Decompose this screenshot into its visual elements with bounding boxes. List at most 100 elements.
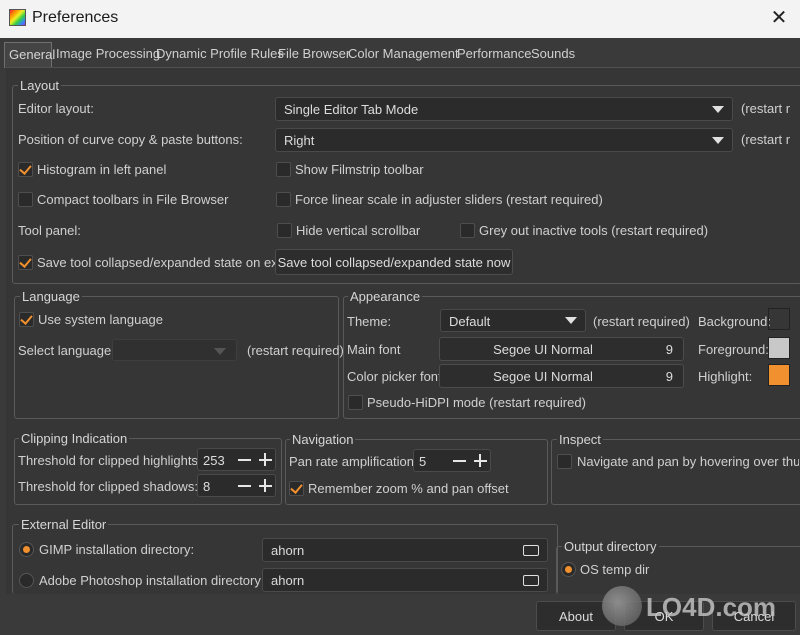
- os-temp-radio[interactable]: [561, 562, 576, 577]
- shadows-threshold-value: 8: [203, 479, 211, 494]
- language-select[interactable]: [112, 339, 237, 361]
- use-system-language-checkbox[interactable]: [19, 312, 34, 327]
- photoshop-dir-label: Adobe Photoshop installation directory:: [39, 573, 265, 588]
- navigation-title: Navigation: [290, 432, 356, 447]
- shadows-threshold-stepper[interactable]: 8: [197, 474, 276, 497]
- window-title: Preferences: [32, 9, 119, 26]
- chevron-down-icon: [565, 317, 577, 324]
- show-filmstrip-label: Show Filmstrip toolbar: [295, 162, 424, 177]
- layout-title: Layout: [18, 78, 62, 93]
- clipping-title: Clipping Indication: [19, 431, 130, 446]
- main-font-value: Segoe UI Normal: [493, 342, 593, 357]
- plus-icon-vertical: [479, 454, 481, 467]
- title-bar: [0, 0, 800, 38]
- watermark-text: LO4D.com: [646, 592, 777, 622]
- save-state-now-button[interactable]: Save tool collapsed/expanded state now: [275, 249, 513, 275]
- os-temp-label: OS temp dir: [580, 562, 650, 577]
- curve-buttons-value: Right: [284, 133, 315, 148]
- tab-image-processing[interactable]: Image Processing: [56, 46, 160, 61]
- picker-font-label: Color picker font:: [347, 369, 446, 384]
- tab-general[interactable]: General: [4, 42, 55, 68]
- picker-font-size: 9: [665, 369, 673, 384]
- highlight-color-button[interactable]: [768, 364, 790, 386]
- grey-inactive-label: Grey out inactive tools (restart require…: [479, 223, 709, 238]
- tab-sounds[interactable]: Sounds: [531, 46, 575, 61]
- inspect-frame: [551, 439, 800, 505]
- theme-select[interactable]: Default: [440, 309, 586, 332]
- editor-layout-value: Single Editor Tab Mode: [284, 102, 419, 117]
- watermark-logo-icon: [602, 586, 642, 626]
- editor-layout-label: Editor layout:: [18, 101, 94, 116]
- editor-layout-select[interactable]: Single Editor Tab Mode: [275, 97, 733, 121]
- hide-scrollbar-label: Hide vertical scrollbar: [296, 223, 421, 238]
- picker-font-value: Segoe UI Normal: [493, 369, 593, 384]
- pan-rate-label: Pan rate amplification:: [289, 454, 418, 469]
- pseudo-hidpi-label: Pseudo-HiDPI mode (restart required): [367, 395, 586, 410]
- restart-note: (restart r: [741, 132, 791, 147]
- gimp-radio[interactable]: [19, 542, 34, 557]
- tab-file-browser[interactable]: File Browser: [278, 46, 350, 61]
- curve-buttons-select[interactable]: Right: [275, 128, 733, 152]
- chevron-down-icon: [712, 106, 724, 113]
- background-color-button[interactable]: [768, 308, 790, 330]
- picker-font-button[interactable]: Segoe UI Normal 9: [439, 364, 684, 388]
- minus-icon[interactable]: [238, 459, 251, 461]
- photoshop-radio[interactable]: [19, 573, 34, 588]
- force-linear-checkbox[interactable]: [276, 192, 291, 207]
- pan-rate-value: 5: [419, 454, 427, 469]
- minus-icon[interactable]: [453, 460, 466, 462]
- photoshop-dir-chooser[interactable]: ahorn: [262, 568, 548, 592]
- gimp-dir-value: ahorn: [271, 543, 305, 558]
- folder-icon: [523, 575, 539, 586]
- gimp-dir-chooser[interactable]: ahorn: [262, 538, 548, 562]
- highlights-threshold-label: Threshold for clipped highlights:: [18, 453, 202, 468]
- minus-icon[interactable]: [238, 485, 251, 487]
- select-language-label: Select language:: [18, 343, 115, 358]
- app-icon: [9, 9, 26, 26]
- external-editor-title: External Editor: [19, 517, 109, 532]
- foreground-label: Foreground:: [698, 342, 769, 357]
- main-font-button[interactable]: Segoe UI Normal 9: [439, 337, 684, 361]
- main-font-label: Main font: [347, 342, 401, 357]
- hover-navigate-checkbox[interactable]: [557, 454, 572, 469]
- close-icon[interactable]: ✕: [766, 4, 792, 32]
- highlights-threshold-value: 253: [203, 453, 225, 468]
- appearance-title: Appearance: [348, 289, 423, 304]
- save-state-exit-label: Save tool collapsed/expanded state on ex…: [37, 255, 285, 270]
- restart-note: (restart r: [741, 101, 791, 116]
- histogram-left-checkbox[interactable]: [18, 162, 33, 177]
- gimp-dir-label: GIMP installation directory:: [39, 542, 195, 557]
- hide-scrollbar-checkbox[interactable]: [277, 223, 292, 238]
- highlights-threshold-stepper[interactable]: 253: [197, 448, 276, 471]
- show-filmstrip-checkbox[interactable]: [276, 162, 291, 177]
- theme-restart-note: (restart required): [593, 314, 690, 329]
- grey-inactive-checkbox[interactable]: [460, 223, 475, 238]
- theme-value: Default: [449, 314, 491, 329]
- foreground-color-button[interactable]: [768, 337, 790, 359]
- histogram-left-label: Histogram in left panel: [37, 162, 167, 177]
- use-system-language-label: Use system language: [38, 312, 164, 327]
- hover-navigate-label: Navigate and pan by hovering over thun: [577, 454, 799, 469]
- save-state-exit-checkbox[interactable]: [18, 255, 33, 270]
- tool-panel-label: Tool panel:: [18, 223, 81, 238]
- remember-zoom-label: Remember zoom % and pan offset: [308, 481, 509, 496]
- folder-icon: [523, 545, 539, 556]
- chevron-down-icon: [712, 137, 724, 144]
- plus-icon-vertical: [264, 479, 266, 492]
- tab-performance[interactable]: Performance: [457, 46, 531, 61]
- language-title: Language: [20, 289, 82, 304]
- compact-toolbars-checkbox[interactable]: [18, 192, 33, 207]
- tab-color-management[interactable]: Color Management: [348, 46, 459, 61]
- background-label: Background:: [698, 314, 771, 329]
- pseudo-hidpi-checkbox[interactable]: [348, 395, 363, 410]
- theme-label: Theme:: [347, 314, 392, 329]
- remember-zoom-checkbox[interactable]: [289, 481, 304, 496]
- inspect-title: Inspect: [557, 432, 603, 447]
- curve-buttons-label: Position of curve copy & paste buttons:: [18, 132, 243, 147]
- highlight-label: Highlight:: [698, 369, 753, 384]
- photoshop-dir-value: ahorn: [271, 573, 305, 588]
- pan-rate-stepper[interactable]: 5: [413, 449, 491, 472]
- force-linear-label: Force linear scale in adjuster sliders (…: [295, 192, 603, 207]
- tab-dynamic-profile-rules[interactable]: Dynamic Profile Rules: [156, 46, 284, 61]
- compact-toolbars-label: Compact toolbars in File Browser: [37, 192, 229, 207]
